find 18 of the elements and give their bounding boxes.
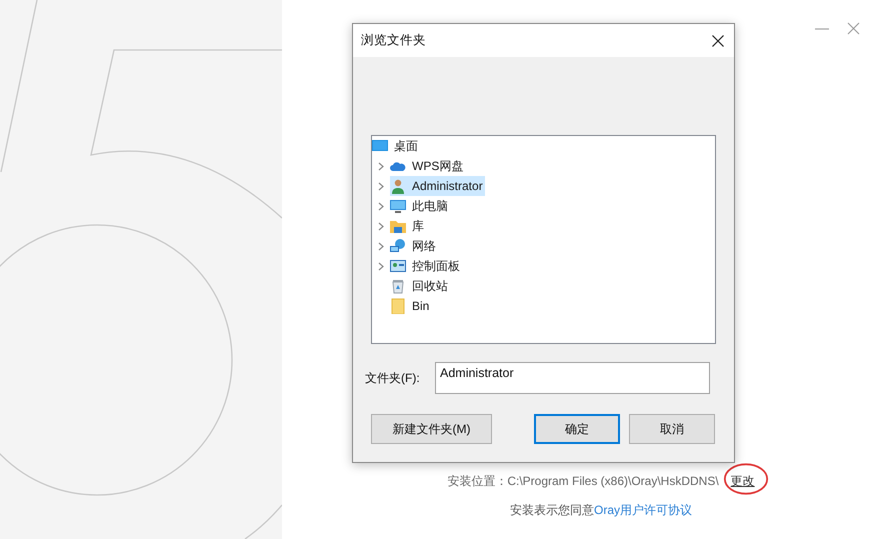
- tree-item[interactable]: Administrator: [390, 176, 485, 196]
- agreement-text: 安装表示您同意Oray用户许可协议: [510, 502, 692, 519]
- tree-item[interactable]: 桌面: [372, 136, 420, 156]
- window-title: 浏览文件夹: [361, 32, 426, 50]
- folder-input-field[interactable]: Administrator: [435, 362, 710, 394]
- tree-item[interactable]: WPS网盘: [390, 156, 466, 176]
- install-location-text: 安装位置：C:\Program Files (x86)\Oray\HskDDNS\: [447, 473, 719, 490]
- license-link[interactable]: Oray用户许可协议: [594, 503, 692, 517]
- tree-item[interactable]: Bin: [390, 296, 432, 316]
- tree-item[interactable]: 回收站: [390, 276, 450, 296]
- tree-item[interactable]: 网络: [390, 236, 438, 256]
- tree-item[interactable]: 库: [390, 216, 426, 236]
- dialog-button[interactable]: 新建文件夹(M): [371, 414, 492, 444]
- tree-item[interactable]: 控制面板: [390, 256, 462, 276]
- tree-item[interactable]: 此电脑: [390, 196, 450, 216]
- folder-label: 文件夹(F):: [365, 370, 421, 387]
- dialog-button[interactable]: 取消: [629, 414, 715, 444]
- dialog-button[interactable]: 确定: [534, 414, 620, 444]
